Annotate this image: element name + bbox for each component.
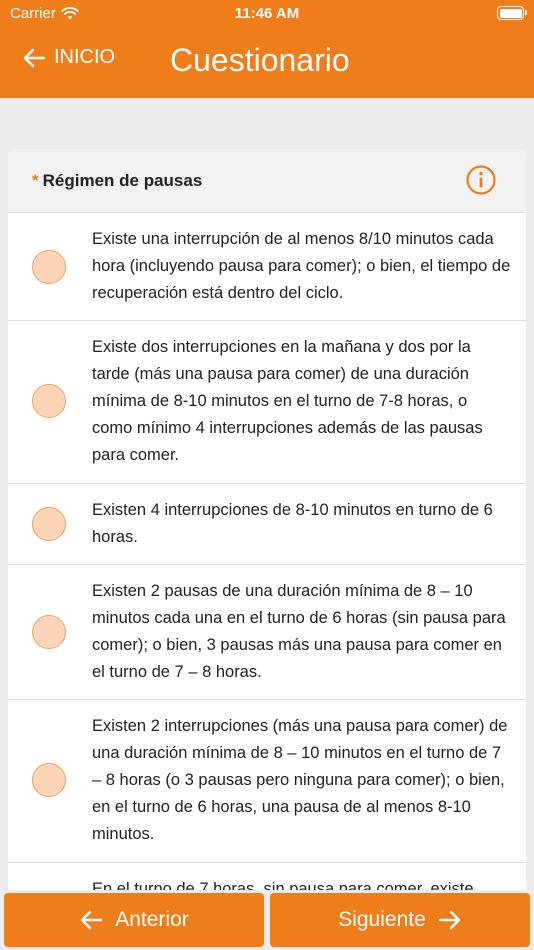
- status-bar: Carrier 11:46 AM: [0, 0, 534, 28]
- radio-button[interactable]: [32, 384, 66, 418]
- question-card: * Régimen de pausas Existe una interrupci…: [8, 149, 526, 894]
- option-item[interactable]: Existen 2 pausas de una duración mínima …: [8, 565, 526, 700]
- back-button-label: INICIO: [54, 46, 116, 68]
- option-label: Existen 4 interrupciones de 8-10 minutos…: [92, 501, 493, 546]
- next-button[interactable]: Siguiente: [270, 893, 530, 947]
- option-label: Existen 2 pausas de una duración mínima …: [92, 582, 506, 681]
- question-header: * Régimen de pausas: [8, 149, 526, 213]
- status-time: 11:46 AM: [234, 5, 300, 22]
- back-to-inicio-button[interactable]: INICIO: [22, 46, 115, 69]
- previous-button[interactable]: Anterior: [4, 893, 264, 947]
- radio-button[interactable]: [32, 507, 66, 541]
- required-marker: *: [32, 171, 39, 190]
- page-title: Cuestionario: [170, 42, 350, 78]
- option-label: Existe una interrupción de al menos 8/10…: [92, 230, 511, 302]
- radio-button[interactable]: [32, 763, 66, 797]
- option-item[interactable]: Existe una interrupción de al menos 8/10…: [8, 213, 526, 321]
- next-button-label: Siguiente: [338, 908, 426, 931]
- question-title: * Régimen de pausas: [32, 171, 202, 191]
- battery-icon: [497, 6, 527, 20]
- arrow-left-icon: [23, 48, 46, 67]
- previous-button-label: Anterior: [115, 908, 189, 931]
- radio-button[interactable]: [32, 615, 66, 649]
- arrow-right-icon: [438, 910, 460, 930]
- radio-button[interactable]: [32, 250, 66, 284]
- option-item[interactable]: Existen 2 interrupciones (más una pausa …: [8, 700, 526, 863]
- info-icon[interactable]: [465, 164, 497, 196]
- bottom-navigation: Anterior Siguiente: [0, 890, 534, 950]
- question-title-text: Régimen de pausas: [42, 171, 203, 190]
- option-item[interactable]: Existen 4 interrupciones de 8-10 minutos…: [8, 484, 526, 565]
- app-header: Carrier 11:46 AM INICIO Cuestionario: [0, 0, 534, 98]
- option-label: Existen 2 interrupciones (más una pausa …: [92, 717, 508, 843]
- arrow-left-icon: [81, 910, 103, 930]
- option-label: Existe dos interrupciones en la mañana y…: [92, 338, 483, 464]
- option-item[interactable]: Existe dos interrupciones en la mañana y…: [8, 321, 526, 484]
